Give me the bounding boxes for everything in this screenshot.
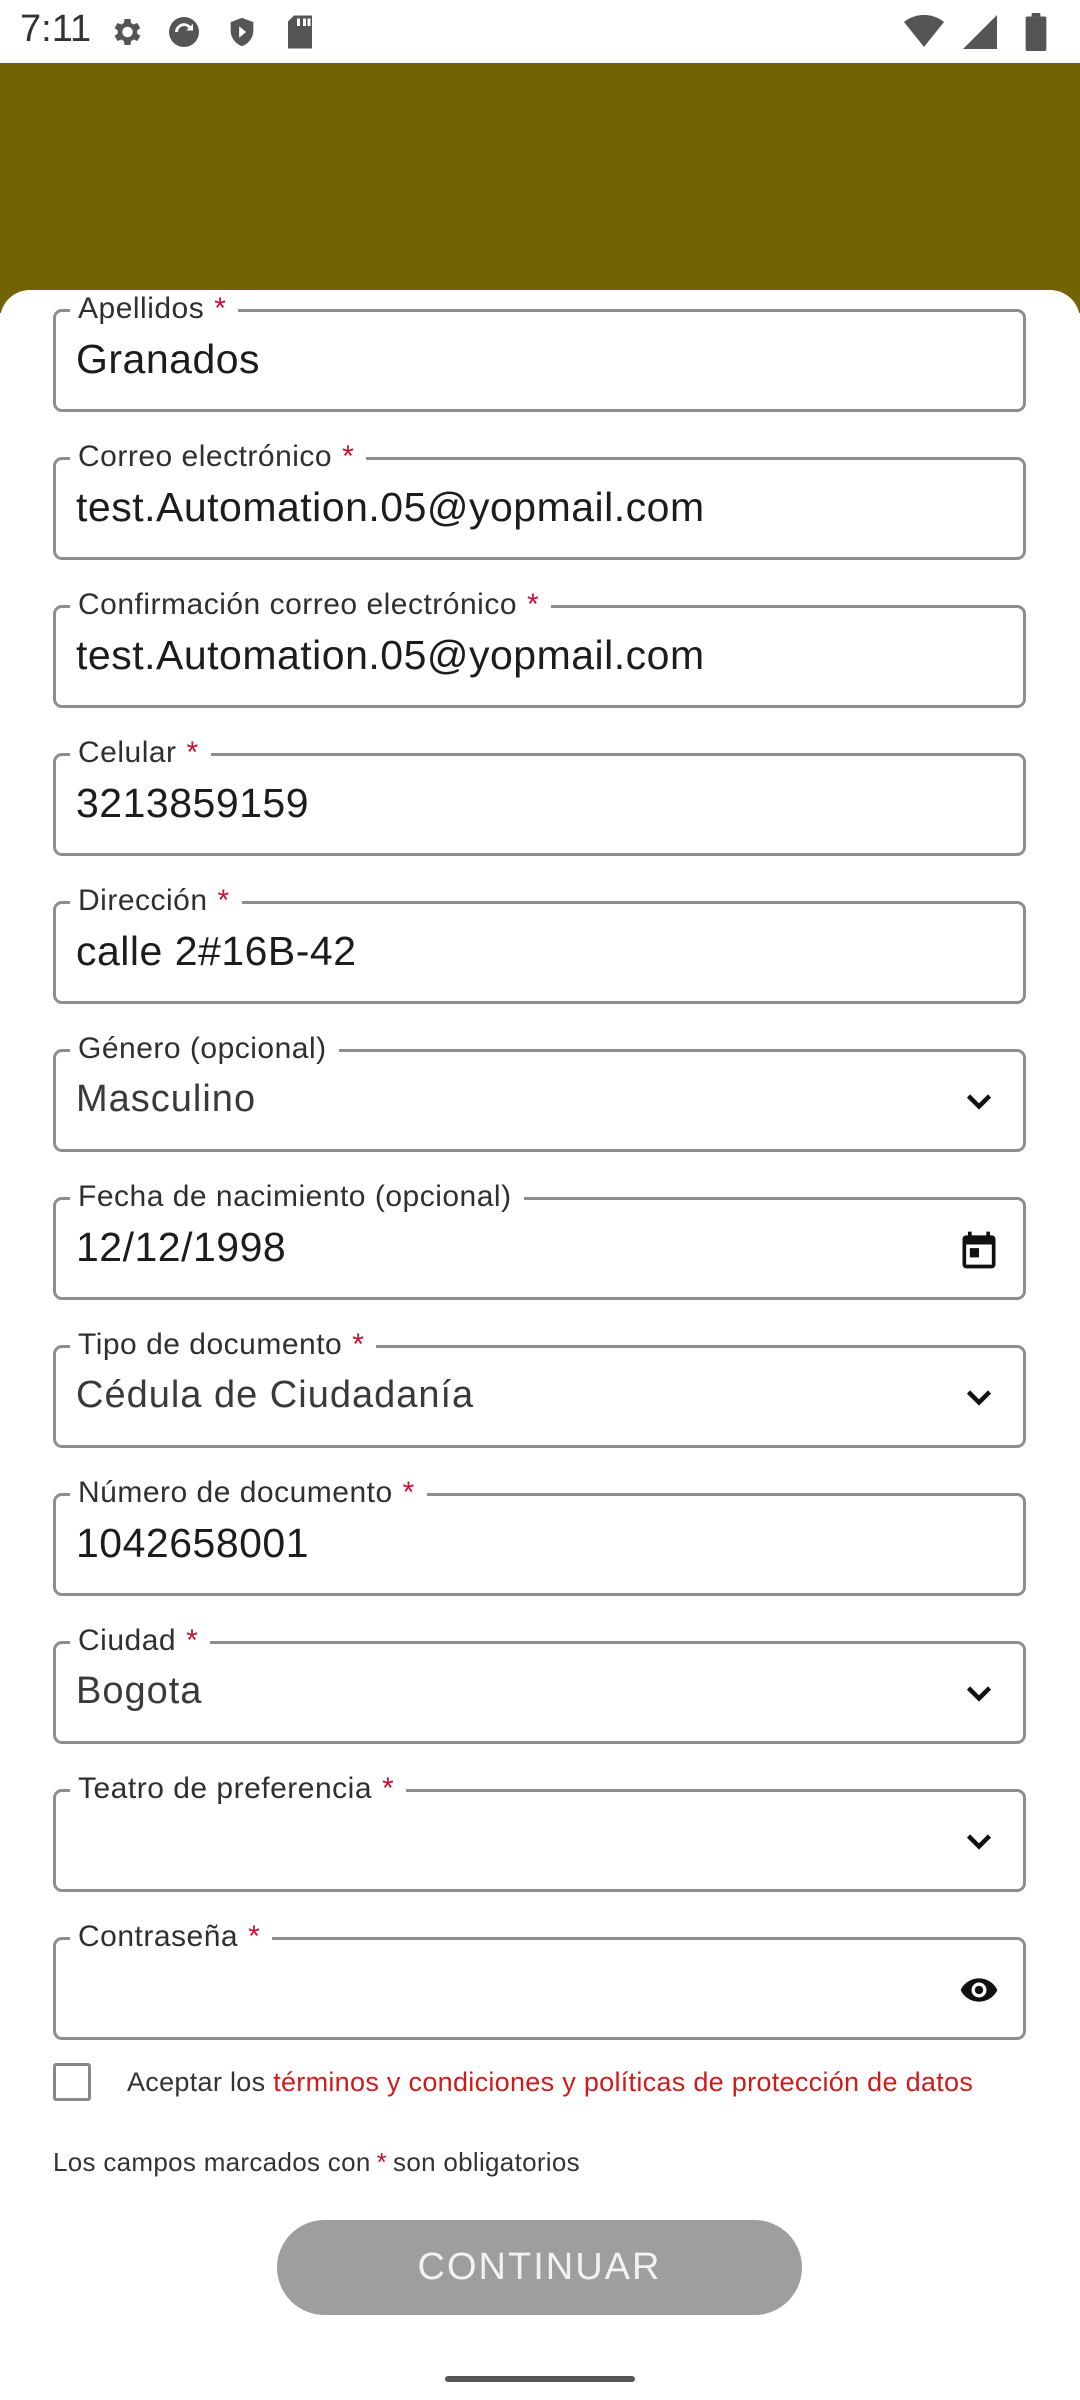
gender-select[interactable]: Género (opcional) Masculino (53, 1032, 1026, 1152)
terms-checkbox[interactable] (53, 2063, 91, 2101)
apellidos-field[interactable]: Apellidos * Granados (53, 292, 1026, 412)
sd-card-icon (280, 12, 320, 52)
document-number-field[interactable]: Número de documento * 1042658001 (53, 1476, 1026, 1596)
gender-value: Masculino (76, 1078, 257, 1120)
email-confirmation-label: Confirmación correo electrónico * (70, 588, 552, 622)
document-number-value: 1042658001 (76, 1520, 310, 1566)
required-fields-note: Los campos marcados con * son obligatorios (53, 2147, 580, 2177)
gender-label: Género (opcional) (70, 1032, 339, 1066)
chevron-down-icon (955, 1670, 1003, 1718)
sync-icon (164, 12, 204, 52)
apellidos-label: Apellidos * (70, 292, 239, 326)
phone-field[interactable]: Celular * 3213859159 (53, 736, 1026, 856)
email-confirmation-field[interactable]: Confirmación correo electrónico * test.Au… (53, 588, 1026, 708)
header-banner (0, 63, 1080, 313)
city-select[interactable]: Ciudad * Bogota (53, 1624, 1026, 1744)
password-label: Contraseña * (70, 1920, 273, 1954)
document-type-value: Cédula de Ciudadanía (76, 1374, 475, 1416)
phone-label: Celular * (70, 736, 211, 770)
birthdate-field[interactable]: Fecha de nacimiento (opcional) 12/12/199… (53, 1180, 1026, 1300)
city-value: Bogota (76, 1670, 203, 1712)
terms-text: Aceptar los términos y condiciones y pol… (127, 2067, 974, 2097)
settings-icon (106, 12, 146, 52)
signal-icon (960, 12, 1000, 52)
theater-select[interactable]: Teatro de preferencia * (53, 1772, 1026, 1892)
document-number-label: Número de documento * (70, 1476, 427, 1510)
continue-button[interactable]: CONTINUAR (277, 2220, 802, 2315)
status-bar: 7:11 (0, 0, 1080, 63)
birthdate-label: Fecha de nacimiento (opcional) (70, 1180, 524, 1214)
city-label: Ciudad * (70, 1624, 211, 1658)
terms-row: Aceptar los términos y condiciones y pol… (53, 2063, 1053, 2107)
eye-icon[interactable] (955, 1966, 1003, 2014)
calendar-icon[interactable] (955, 1226, 1003, 1274)
email-field[interactable]: Correo electrónico * test.Automation.05@y… (53, 440, 1026, 560)
phone-value: 3213859159 (76, 780, 310, 826)
email-confirmation-value: test.Automation.05@yopmail.com (76, 632, 705, 678)
email-label: Correo electrónico * (70, 440, 367, 474)
document-type-label: Tipo de documento * (70, 1328, 377, 1362)
email-value: test.Automation.05@yopmail.com (76, 484, 705, 530)
terms-link[interactable]: términos y condiciones y políticas de pr… (273, 2067, 973, 2097)
chevron-down-icon (955, 1818, 1003, 1866)
theater-label: Teatro de preferencia * (70, 1772, 407, 1806)
address-field[interactable]: Dirección * calle 2#16B-42 (53, 884, 1026, 1004)
chevron-down-icon (955, 1374, 1003, 1422)
status-time: 7:11 (20, 8, 92, 50)
play-protect-icon (222, 12, 262, 52)
home-indicator[interactable] (445, 2376, 635, 2382)
birthdate-value: 12/12/1998 (76, 1224, 287, 1270)
battery-icon (1016, 12, 1056, 52)
chevron-down-icon (955, 1078, 1003, 1126)
address-label: Dirección * (70, 884, 242, 918)
wifi-icon (904, 12, 944, 52)
document-type-select[interactable]: Tipo de documento * Cédula de Ciudadanía (53, 1328, 1026, 1448)
apellidos-value: Granados (76, 336, 261, 382)
password-field[interactable]: Contraseña * (53, 1920, 1026, 2040)
address-value: calle 2#16B-42 (76, 928, 357, 974)
